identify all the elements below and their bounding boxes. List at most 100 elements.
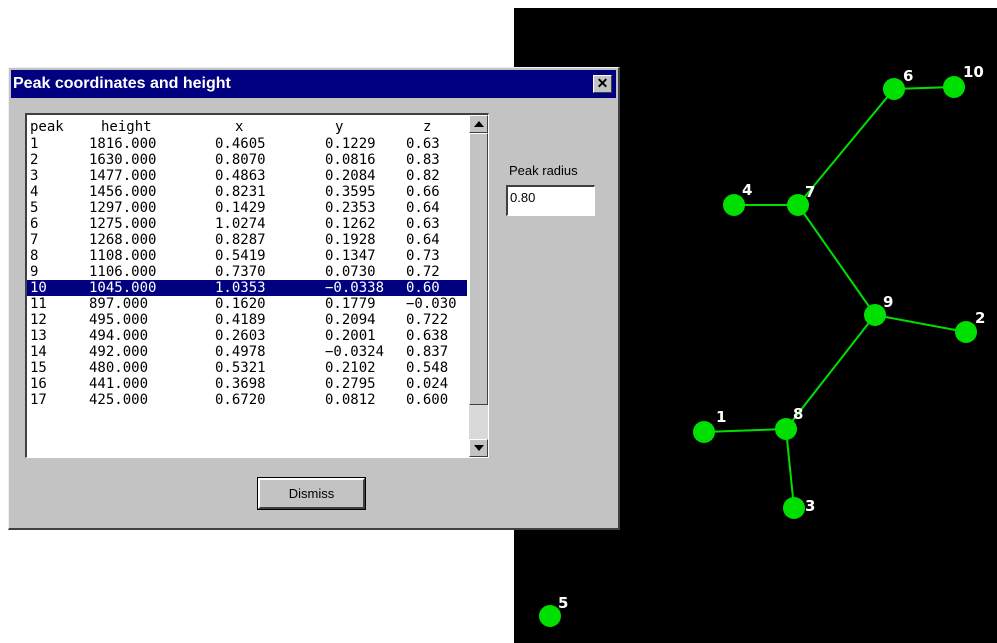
graph-node[interactable] [883, 78, 905, 100]
cell-height: 495.000 [89, 312, 149, 328]
cell-height: 1275.000 [89, 216, 157, 232]
cell-x: 0.3698 [215, 376, 266, 392]
cell-peak: 2 [30, 152, 39, 168]
cell-height: 492.000 [89, 344, 149, 360]
cell-y: −0.0338 [325, 280, 385, 296]
cell-y: 0.2795 [325, 376, 376, 392]
scroll-up-button[interactable] [469, 115, 488, 133]
cell-x: 0.5419 [215, 248, 266, 264]
cell-height: 1630.000 [89, 152, 157, 168]
graph-node-label: 8 [793, 405, 803, 423]
peak-list[interactable]: peak height x y z 1 1816.000 0.4605 0.1229 0… [25, 113, 489, 458]
header-x: x [235, 119, 244, 135]
cell-z: 0.600 [406, 392, 449, 408]
scroll-down-button[interactable] [469, 439, 488, 457]
graph-node[interactable] [693, 421, 715, 443]
cell-x: 0.4189 [215, 312, 266, 328]
table-row[interactable]: 12 495.000 0.4189 0.2094 0.722 [27, 312, 467, 328]
cell-z: 0.60 [406, 280, 440, 296]
graph-edge [874, 314, 967, 333]
table-row[interactable]: 15 480.000 0.5321 0.2102 0.548 [27, 360, 467, 376]
cell-z: 0.63 [406, 216, 440, 232]
graph-node-label: 2 [975, 309, 985, 327]
header-z: z [423, 119, 432, 135]
peak-coordinates-dialog: Peak coordinates and height ✕ peak heigh… [8, 67, 620, 530]
cell-z: 0.64 [406, 232, 440, 248]
cell-z: 0.82 [406, 168, 440, 184]
table-row[interactable]: 5 1297.000 0.1429 0.2353 0.64 [27, 200, 467, 216]
table-row[interactable]: 11 897.000 0.1620 0.1779 −0.030 [27, 296, 467, 312]
table-row[interactable]: 6 1275.000 1.0274 0.1262 0.63 [27, 216, 467, 232]
dismiss-button[interactable]: Dismiss [257, 477, 366, 510]
arrow-down-icon [474, 445, 484, 451]
scroll-thumb[interactable] [469, 133, 488, 405]
peak-radius-input[interactable]: 0.80 [506, 185, 595, 216]
dialog-titlebar[interactable]: Peak coordinates and height ✕ [11, 70, 616, 98]
cell-peak: 13 [30, 328, 47, 344]
list-header: peak height x y z [27, 119, 467, 136]
cell-x: 0.1429 [215, 200, 266, 216]
table-row[interactable]: 3 1477.000 0.4863 0.2084 0.82 [27, 168, 467, 184]
cell-height: 1106.000 [89, 264, 157, 280]
cell-x: 0.4863 [215, 168, 266, 184]
table-row[interactable]: 10 1045.000 1.0353 −0.0338 0.60 [27, 280, 467, 296]
rows-container: 1 1816.000 0.4605 0.1229 0.63 2 1630.000 0.8070… [27, 136, 467, 408]
graph-node[interactable] [783, 497, 805, 519]
table-row[interactable]: 4 1456.000 0.8231 0.3595 0.66 [27, 184, 467, 200]
header-peak: peak [30, 119, 64, 135]
cell-x: 0.6720 [215, 392, 266, 408]
table-row[interactable]: 7 1268.000 0.8287 0.1928 0.64 [27, 232, 467, 248]
cell-y: 0.1229 [325, 136, 376, 152]
table-row[interactable]: 9 1106.000 0.7370 0.0730 0.72 [27, 264, 467, 280]
cell-peak: 5 [30, 200, 39, 216]
cell-y: 0.1347 [325, 248, 376, 264]
cell-x: 0.2603 [215, 328, 266, 344]
cell-z: 0.73 [406, 248, 440, 264]
header-y: y [335, 119, 344, 135]
table-row[interactable]: 14 492.000 0.4978 −0.0324 0.837 [27, 344, 467, 360]
cell-z: 0.83 [406, 152, 440, 168]
dialog-title: Peak coordinates and height [13, 75, 231, 92]
cell-x: 0.8231 [215, 184, 266, 200]
list-scrollbar[interactable] [469, 115, 488, 457]
cell-x: 1.0274 [215, 216, 266, 232]
table-row[interactable]: 2 1630.000 0.8070 0.0816 0.83 [27, 152, 467, 168]
cell-height: 897.000 [89, 296, 149, 312]
table-row[interactable]: 1 1816.000 0.4605 0.1229 0.63 [27, 136, 467, 152]
graph-edge [703, 428, 787, 433]
graph-node-label: 6 [903, 67, 913, 85]
table-row[interactable]: 16 441.000 0.3698 0.2795 0.024 [27, 376, 467, 392]
graph-node[interactable] [955, 321, 977, 343]
cell-y: 0.2084 [325, 168, 376, 184]
cell-height: 1297.000 [89, 200, 157, 216]
cell-peak: 16 [30, 376, 47, 392]
cell-z: 0.638 [406, 328, 449, 344]
cell-y: 0.2001 [325, 328, 376, 344]
cell-peak: 10 [30, 280, 47, 296]
graph-node-label: 5 [558, 594, 568, 612]
graph-node-label: 9 [883, 293, 893, 311]
arrow-up-icon [474, 121, 484, 127]
cell-z: 0.63 [406, 136, 440, 152]
graph-node-label: 3 [805, 497, 815, 515]
graph-node-label: 1 [716, 408, 726, 426]
cell-height: 1456.000 [89, 184, 157, 200]
graph-node[interactable] [943, 76, 965, 98]
header-height: height [101, 119, 152, 135]
cell-peak: 14 [30, 344, 47, 360]
cell-z: 0.64 [406, 200, 440, 216]
cell-z: 0.722 [406, 312, 449, 328]
table-row[interactable]: 8 1108.000 0.5419 0.1347 0.73 [27, 248, 467, 264]
cell-y: 0.2353 [325, 200, 376, 216]
graph-node-label: 7 [805, 183, 815, 201]
table-row[interactable]: 13 494.000 0.2603 0.2001 0.638 [27, 328, 467, 344]
cell-height: 1268.000 [89, 232, 157, 248]
cell-height: 1045.000 [89, 280, 157, 296]
cell-peak: 9 [30, 264, 39, 280]
cell-peak: 6 [30, 216, 39, 232]
cell-height: 1108.000 [89, 248, 157, 264]
peak-list-rows: peak height x y z 1 1816.000 0.4605 0.1229 0… [27, 119, 467, 456]
table-row[interactable]: 17 425.000 0.6720 0.0812 0.600 [27, 392, 467, 408]
close-button[interactable]: ✕ [593, 75, 612, 93]
graph-node-label: 4 [742, 181, 752, 199]
